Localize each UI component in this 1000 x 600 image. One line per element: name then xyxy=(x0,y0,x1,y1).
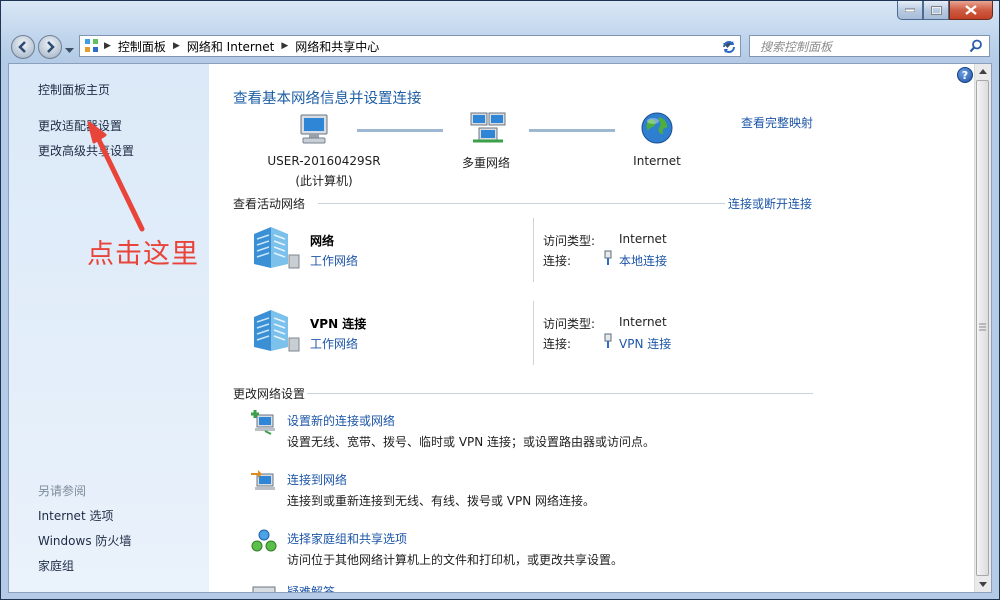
minimize-button[interactable] xyxy=(897,1,923,20)
network-name: 网络 xyxy=(310,234,335,248)
refresh-icon xyxy=(723,41,735,53)
task-troubleshoot-link[interactable]: 疑难解答 xyxy=(287,585,335,592)
maximize-icon xyxy=(930,5,942,15)
task-homegroup-link[interactable]: 选择家庭组和共享选项 xyxy=(287,530,407,547)
connection-link[interactable]: 本地连接 xyxy=(619,252,667,269)
window: ▶ 控制面板 ▶ 网络和 Internet ▶ 网络和共享中心 搜索控制面板 控… xyxy=(0,0,1000,600)
network-type-link[interactable]: 工作网络 xyxy=(310,252,358,269)
annotation-text: 点击这里 xyxy=(87,239,199,270)
computer-name-label: USER-20160429SR xyxy=(267,154,381,168)
caption-buttons xyxy=(897,1,993,21)
breadcrumb-item-network-sharing[interactable]: 网络和共享中心 xyxy=(292,38,382,55)
help-icon: ? xyxy=(961,68,969,82)
vpn-name: VPN 连接 xyxy=(310,317,367,331)
task-setup-connection-link[interactable]: 设置新的连接或网络 xyxy=(287,412,395,429)
multiple-networks-icon xyxy=(469,110,507,149)
task-homegroup-desc: 访问位于其他网络计算机上的文件和打印机，或更改共享设置。 xyxy=(287,553,624,567)
scrollbar-thumb[interactable] xyxy=(976,80,989,576)
map-connector xyxy=(357,129,443,132)
network-divider xyxy=(533,301,534,365)
scroll-down-icon[interactable] xyxy=(976,577,990,591)
grip-icon xyxy=(979,323,986,331)
see-also-heading: 另请参阅 xyxy=(38,484,87,498)
computer-note-label: (此计算机) xyxy=(295,174,353,188)
change-settings-heading: 更改网络设置 xyxy=(233,387,306,401)
main-panel: 查看基本网络信息并设置连接 查看完整映射 USER-20160429SR (此计… xyxy=(209,64,977,592)
connection-label: 连接: xyxy=(543,254,572,268)
scroll-up-icon[interactable] xyxy=(976,65,990,79)
search-box[interactable]: 搜索控制面板 xyxy=(749,35,990,57)
access-type-value: Internet xyxy=(619,315,667,329)
access-type-label: 访问类型: xyxy=(543,234,596,248)
maximize-button[interactable] xyxy=(923,1,949,20)
vpn-connection-link[interactable]: VPN 连接 xyxy=(619,335,671,352)
task-connect-network-desc: 连接到或重新连接到无线、有线、拨号或 VPN 网络连接。 xyxy=(287,494,596,508)
close-icon xyxy=(965,5,977,15)
section-divider xyxy=(307,393,813,394)
help-button[interactable]: ? xyxy=(957,67,973,83)
search-input[interactable]: 搜索控制面板 xyxy=(760,38,969,55)
multiple-networks-label: 多重网络 xyxy=(461,156,510,170)
minimize-icon xyxy=(905,8,915,12)
computer-icon xyxy=(297,112,331,149)
connection-label: 连接: xyxy=(543,337,572,351)
sidebar-link-windows-firewall[interactable]: Windows 防火墙 xyxy=(38,532,131,549)
internet-label: Internet xyxy=(633,154,681,168)
sidebar-link-homegroup[interactable]: 家庭组 xyxy=(38,557,74,574)
search-icon[interactable] xyxy=(969,39,983,53)
view-full-map-link[interactable]: 查看完整映射 xyxy=(741,114,813,131)
close-button[interactable] xyxy=(949,1,993,20)
map-connector xyxy=(529,129,615,132)
vpn-type-link[interactable]: 工作网络 xyxy=(310,335,358,352)
network-building-icon xyxy=(251,224,301,273)
task-connect-network-link[interactable]: 连接到网络 xyxy=(287,471,347,488)
page-title: 查看基本网络信息并设置连接 xyxy=(233,91,422,107)
refresh-button[interactable] xyxy=(721,39,737,58)
network-divider xyxy=(533,218,534,282)
access-type-value: Internet xyxy=(619,232,667,246)
new-connection-icon xyxy=(251,409,277,438)
vpn-connection-icon xyxy=(603,333,613,352)
access-type-label: 访问类型: xyxy=(543,317,596,331)
homegroup-icon xyxy=(251,528,277,557)
breadcrumb-separator: ▶ xyxy=(281,41,289,51)
connect-network-icon xyxy=(251,468,277,497)
annotation-arrow-icon xyxy=(87,121,145,232)
active-networks-heading: 查看活动网络 xyxy=(233,197,306,211)
ethernet-connection-icon xyxy=(603,250,613,269)
globe-icon xyxy=(641,112,673,147)
task-setup-connection-desc: 设置无线、宽带、拨号、临时或 VPN 连接；或设置路由器或访问点。 xyxy=(287,435,656,449)
vpn-building-icon xyxy=(251,307,301,356)
sidebar-link-internet-options[interactable]: Internet 选项 xyxy=(38,507,113,524)
connect-disconnect-link[interactable]: 连接或断开连接 xyxy=(728,195,812,212)
vertical-scrollbar[interactable] xyxy=(974,64,991,592)
section-divider xyxy=(318,203,725,204)
troubleshoot-icon xyxy=(251,585,277,592)
